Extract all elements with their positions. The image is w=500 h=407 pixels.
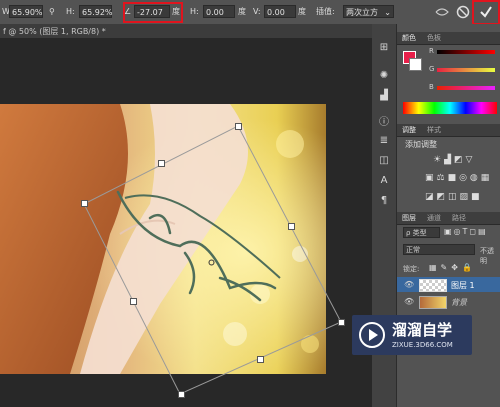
eye-icon[interactable]: 👁 [404, 280, 414, 289]
paragraph-icon[interactable]: ¶ [376, 194, 392, 208]
transform-handle[interactable] [235, 123, 242, 130]
tab-styles[interactable]: 样式 [427, 125, 441, 135]
transform-handle[interactable] [158, 160, 165, 167]
properties-icon[interactable]: ≣ [376, 134, 392, 148]
vskew-label: V: [253, 7, 261, 16]
link-icon[interactable]: ⚲ [49, 6, 55, 18]
adjustment-icons-row-1[interactable]: ☀▟◩▽ [433, 155, 498, 167]
adjustment-icons-row-3[interactable]: ◪◩◫▨■ [425, 192, 498, 204]
chevron-down-icon: ⌄ [384, 8, 391, 17]
checkmark-icon[interactable] [478, 4, 494, 20]
document-title: f @ 50% (图层 1, RGB/8) * [3, 27, 106, 36]
r-slider[interactable] [437, 50, 495, 54]
transform-handle[interactable] [130, 298, 137, 305]
adjustments-panel-tabs: 调整 样式 [397, 124, 500, 137]
character-icon[interactable]: A [376, 174, 392, 188]
hskew-label: H: [190, 7, 199, 16]
layer-thumbnail [419, 279, 447, 292]
transform-handle[interactable] [288, 223, 295, 230]
tab-swatches[interactable]: 色板 [427, 33, 441, 43]
layer-name: 背景 [451, 298, 467, 307]
tab-channels[interactable]: 通道 [427, 213, 441, 223]
lock-label: 锁定: [403, 265, 420, 273]
document-tab[interactable]: f @ 50% (图层 1, RGB/8) * [0, 24, 372, 39]
adjustments-heading: 添加调整 [405, 140, 437, 149]
blend-mode-select[interactable]: 正常 [403, 244, 475, 255]
channel-g-label: G [429, 65, 435, 73]
color-spectrum[interactable] [403, 102, 497, 114]
watermark-title: 溜溜自学 [392, 321, 453, 339]
tab-paths[interactable]: 路径 [452, 213, 466, 223]
channel-b-label: B [429, 83, 434, 91]
tab-layers[interactable]: 图层 [402, 213, 416, 223]
adjustment-icons-row-2[interactable]: ▣⚖■◎◍▦ [425, 173, 498, 185]
watermark-url: ZIXUE.3D66.COM [392, 341, 453, 349]
hskew-unit: 度 [238, 7, 246, 16]
height-field[interactable]: 65.92% [79, 5, 113, 18]
b-slider[interactable] [437, 86, 495, 90]
vskew-unit: 度 [298, 7, 306, 16]
g-slider[interactable] [437, 68, 495, 72]
angle-highlight-box [123, 2, 183, 23]
transform-handle[interactable] [338, 319, 345, 326]
navigator-icon[interactable]: ◫ [376, 154, 392, 168]
transform-overlay [83, 125, 342, 395]
width-field[interactable]: 65.90% [9, 5, 43, 18]
eye-icon[interactable]: 👁 [404, 297, 414, 306]
transform-handle[interactable] [81, 200, 88, 207]
histogram-icon[interactable]: ▟ [376, 89, 392, 103]
canvas-area[interactable] [0, 38, 372, 407]
layer-name: 图层 1 [451, 281, 475, 290]
interpolation-value: 两次立方 [346, 8, 378, 17]
background-color-swatch[interactable] [409, 58, 422, 71]
layer-row[interactable]: 👁 图层 1 [397, 277, 500, 292]
cancel-icon[interactable] [455, 4, 471, 20]
transform-handle[interactable] [257, 356, 264, 363]
interpolation-label: 插值: [316, 7, 335, 16]
tab-color[interactable]: 颜色 [402, 33, 416, 43]
layer-row[interactable]: 👁 背景 [397, 294, 500, 309]
hskew-field[interactable]: 0.00 [203, 5, 235, 18]
height-label: H: [66, 7, 75, 16]
lock-icons[interactable]: ▦✎✥🔒 [429, 263, 489, 273]
warp-icon[interactable] [434, 4, 450, 20]
channel-r-label: R [429, 47, 434, 55]
actions-icon[interactable]: ✺ [376, 69, 392, 83]
options-bar: W: 65.90% ⚲ H: 65.92% ∠ -27.07 度 H: 0.00… [0, 0, 500, 25]
tab-adjustments[interactable]: 调整 [402, 125, 416, 135]
layer-thumbnail [419, 296, 447, 309]
history-icon[interactable]: ⊞ [376, 41, 392, 55]
vskew-field[interactable]: 0.00 [264, 5, 296, 18]
blend-mode-value: 正常 [406, 246, 420, 254]
reference-point-icon[interactable] [208, 259, 215, 266]
interpolation-select[interactable]: 两次立方 ⌄ [343, 5, 394, 18]
watermark: 溜溜自学 ZIXUE.3D66.COM [352, 315, 472, 355]
layers-panel-tabs: 图层 通道 路径 [397, 212, 500, 225]
info-icon[interactable]: ⓘ [376, 116, 392, 130]
color-panel-tabs: 颜色 色板 [397, 32, 500, 45]
layer-filter-label: ρ 类型 [406, 229, 427, 237]
layer-filter-icons[interactable]: ▣◎T◻▤ [444, 227, 498, 238]
transform-handle[interactable] [178, 391, 185, 398]
play-logo-icon [359, 322, 385, 348]
layer-filter-select[interactable]: ρ 类型 [403, 227, 440, 238]
